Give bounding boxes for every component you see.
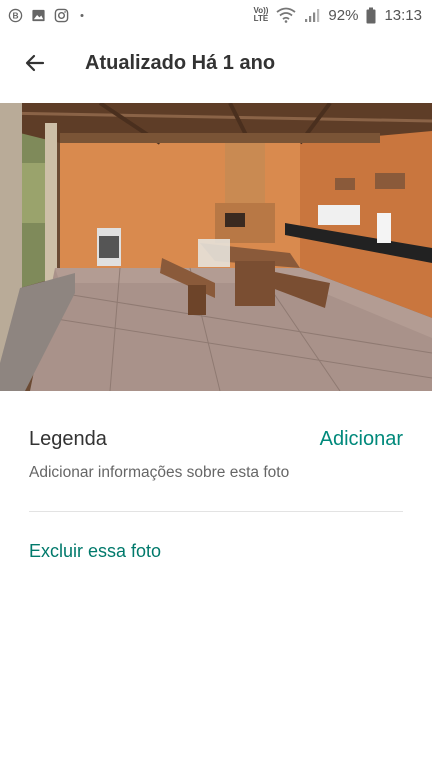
status-bar-right: Vo)) LTE 92% 13:13 [253, 7, 422, 24]
status-bar: B Vo)) LTE 92% 13:13 [0, 0, 432, 30]
arrow-left-icon [25, 54, 45, 72]
signal-icon [304, 7, 320, 23]
add-caption-button[interactable]: Adicionar [320, 428, 403, 451]
app-bar: Atualizado Há 1 ano [0, 30, 432, 96]
battery-percent: 92% [328, 6, 359, 24]
divider [29, 511, 403, 512]
b-badge-icon: B [8, 8, 23, 23]
caption-label: Legenda [29, 428, 107, 450]
wifi-icon [276, 7, 296, 23]
place-photo[interactable] [0, 103, 432, 391]
network-lte-label: LTE [253, 14, 269, 23]
delete-photo-button[interactable]: Excluir essa foto [29, 541, 161, 562]
clock: 13:13 [384, 6, 422, 24]
status-bar-left: B [8, 8, 87, 23]
caption-hint: Adicionar informações sobre esta foto [29, 464, 290, 481]
caption-row: Legenda Adicionar [29, 428, 403, 451]
photo-image [0, 103, 432, 391]
image-icon [31, 8, 46, 23]
svg-text:B: B [12, 10, 18, 20]
page-title: Atualizado Há 1 ano [85, 51, 276, 74]
network-type: Vo)) LTE [253, 7, 268, 23]
back-button[interactable] [20, 48, 50, 78]
instagram-icon [54, 8, 69, 23]
battery-icon [366, 7, 376, 24]
dot-icon [77, 8, 87, 23]
